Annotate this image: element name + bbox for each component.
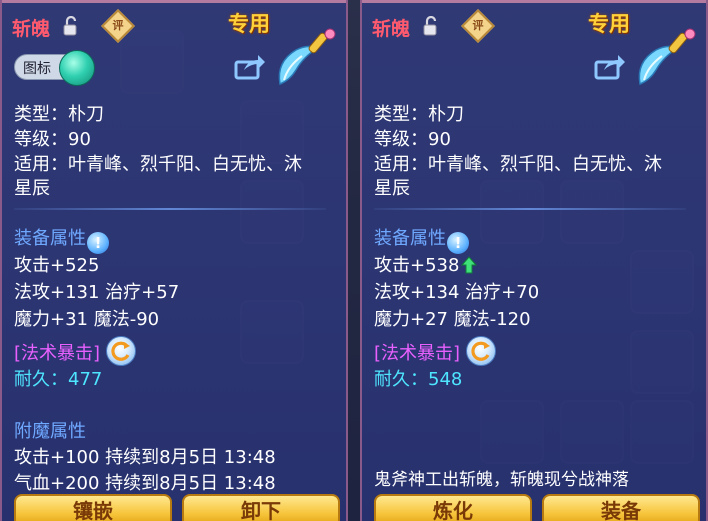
crit-skill: [法术暴击]: [374, 336, 496, 366]
durability: 耐久：477: [14, 365, 102, 391]
lock-open-icon[interactable]: [62, 16, 80, 36]
durability-value: 548: [428, 369, 463, 390]
enchant-heading: 附魔属性: [14, 421, 86, 442]
equip-attr-title: 装备属性: [14, 228, 86, 249]
item-applicable-cont: 星辰: [374, 178, 410, 199]
toggle-knob[interactable]: [59, 50, 95, 86]
magic-heal-stat: 法攻+134 治疗+70: [374, 282, 540, 303]
item-level: 等级：90: [14, 129, 91, 150]
review-badge-label: 评: [112, 19, 124, 32]
durability: 耐久：548: [374, 365, 462, 391]
exclusive-label: 专用: [228, 12, 270, 36]
equip-attr-heading: 装备属性!: [374, 224, 469, 254]
item-applicable-cont: 星辰: [14, 178, 50, 199]
review-badge-icon[interactable]: 评: [461, 9, 495, 43]
section-divider: [374, 208, 686, 210]
durability-value: 477: [68, 369, 103, 390]
review-badge-label: 评: [472, 19, 484, 32]
attack-stat: 攻击+525: [14, 255, 100, 276]
share-icon[interactable]: [594, 54, 626, 80]
weapon-blade-icon: [638, 28, 696, 86]
panel-top-border: [2, 0, 346, 3]
item-tooltip-compare: 斩魄 评 专用 类型：朴刀 等级：90 适用：叶青峰、烈千阳、白无忧、沐 星辰 …: [360, 0, 708, 521]
lock-open-icon[interactable]: [422, 16, 440, 36]
up-arrow-icon: [461, 256, 478, 274]
item-applicable: 适用：叶青峰、烈千阳、白无忧、沐: [374, 154, 662, 175]
item-applicable: 适用：叶青峰、烈千阳、白无忧、沐: [14, 154, 302, 175]
item-type: 类型：朴刀: [374, 104, 464, 125]
crit-label: [法术暴击]: [14, 343, 101, 364]
inlay-button[interactable]: 镶嵌: [14, 494, 172, 521]
flavor-text: 鬼斧神工出斩魄，斩魄现兮战神落: [374, 470, 629, 490]
panel-top-border: [362, 0, 706, 3]
refresh-icon[interactable]: [465, 336, 496, 366]
item-name: 斩魄: [372, 18, 411, 40]
equip-attr-heading: 装备属性!: [14, 224, 109, 254]
durability-label: 耐久：: [374, 369, 428, 390]
section-divider: [14, 208, 326, 210]
equip-button[interactable]: 装备: [542, 494, 700, 521]
item-name: 斩魄: [12, 18, 51, 40]
crit-label: [法术暴击]: [374, 343, 461, 364]
refresh-icon[interactable]: [105, 336, 136, 366]
durability-label: 耐久：: [14, 369, 68, 390]
power-magic-stat: 魔力+31 魔法-90: [14, 309, 160, 330]
icon-toggle[interactable]: 图标: [14, 50, 95, 86]
weapon-blade-icon: [278, 28, 336, 86]
unequip-button[interactable]: 卸下: [182, 494, 340, 521]
exclusive-label: 专用: [588, 12, 630, 36]
review-badge-icon[interactable]: 评: [101, 9, 135, 43]
equip-attr-title: 装备属性: [374, 228, 446, 249]
share-icon[interactable]: [234, 54, 266, 80]
magic-heal-stat: 法攻+131 治疗+57: [14, 282, 180, 303]
attack-value: 攻击+538: [374, 255, 460, 276]
item-level: 等级：90: [374, 129, 451, 150]
power-magic-stat: 魔力+27 魔法-120: [374, 309, 531, 330]
crit-skill: [法术暴击]: [14, 336, 136, 366]
attack-stat: 攻击+538: [374, 251, 478, 277]
item-tooltip-equipped: 斩魄 评 专用 图标 类型：朴刀 等级：90 适用：叶青峰、烈千阳、白无忧、沐 …: [0, 0, 348, 521]
enchant-attack: 攻击+100 持续到8月5日 13:48: [14, 447, 276, 468]
item-type: 类型：朴刀: [14, 104, 104, 125]
refine-button[interactable]: 炼化: [374, 494, 532, 521]
toggle-label: 图标: [23, 61, 51, 77]
enchant-hp: 气血+200 持续到8月5日 13:48: [14, 473, 276, 494]
